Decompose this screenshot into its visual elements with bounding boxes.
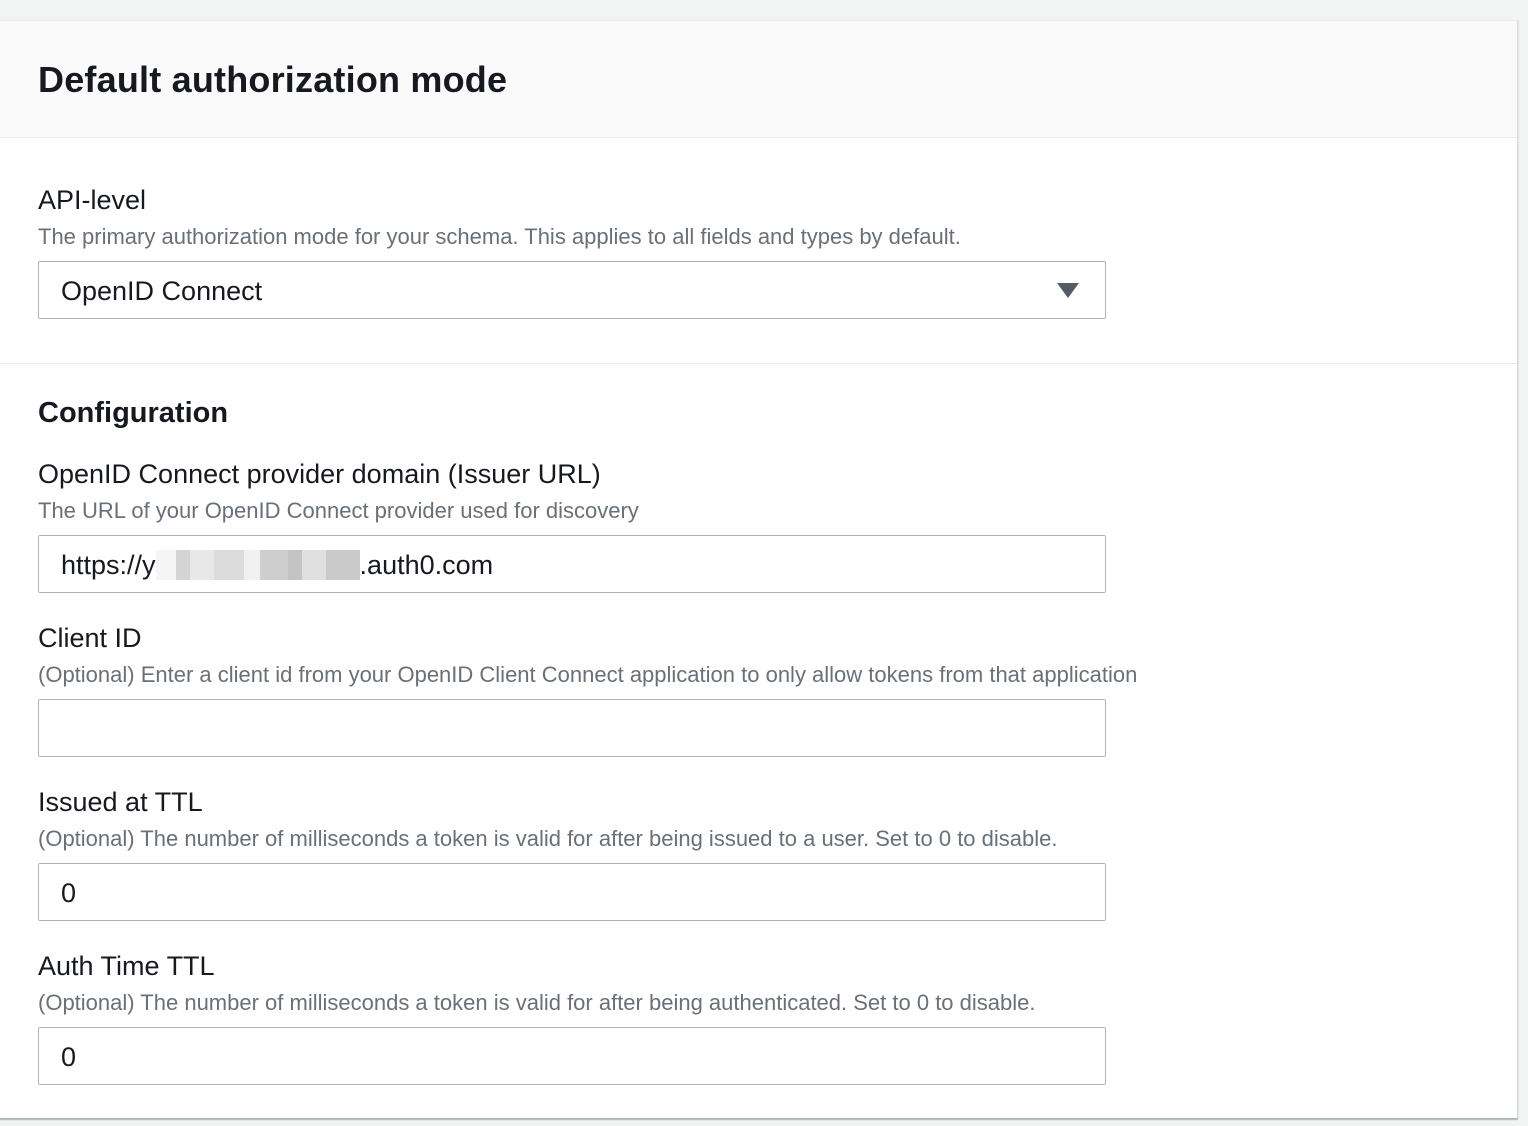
- authorization-mode-selected: OpenID Connect: [61, 276, 263, 306]
- issuer-url-suffix: .auth0.com: [359, 550, 494, 580]
- issuer-url-prefix: https://y: [61, 550, 156, 580]
- auth-time-ttl-label: Auth Time TTL: [38, 951, 215, 981]
- client-id-input[interactable]: [38, 699, 1106, 757]
- caret-down-icon: [1057, 283, 1079, 298]
- issuer-url-description: The URL of your OpenID Connect provider …: [38, 498, 639, 523]
- issued-ttl-label: Issued at TTL: [38, 787, 203, 817]
- configuration-heading: Configuration: [38, 397, 229, 429]
- client-id-description: (Optional) Enter a client id from your O…: [38, 662, 1138, 687]
- authorization-mode-select[interactable]: OpenID Connect: [38, 261, 1106, 319]
- auth-time-ttl-input[interactable]: 0: [38, 1027, 1106, 1085]
- issued-ttl-value: 0: [61, 878, 77, 908]
- api-level-description: The primary authorization mode for your …: [38, 224, 961, 249]
- panel-title: Default authorization mode: [38, 59, 508, 100]
- issuer-url-label: OpenID Connect provider domain (Issuer U…: [38, 459, 601, 489]
- client-id-label: Client ID: [38, 623, 142, 653]
- redacted-area: [155, 550, 360, 580]
- issued-ttl-input[interactable]: 0: [38, 863, 1106, 921]
- section-divider: [0, 363, 1517, 364]
- authorization-panel: Default authorization mode API-level The…: [0, 20, 1518, 1119]
- api-level-label: API-level: [38, 185, 147, 215]
- issuer-url-value: https://y .auth0.com: [61, 550, 493, 581]
- panel-header: Default authorization mode: [0, 21, 1517, 138]
- issued-ttl-description: (Optional) The number of milliseconds a …: [38, 826, 1058, 851]
- auth-time-ttl-value: 0: [61, 1042, 77, 1072]
- issuer-url-input[interactable]: https://y .auth0.com: [38, 535, 1106, 593]
- auth-time-ttl-description: (Optional) The number of milliseconds a …: [38, 990, 1036, 1015]
